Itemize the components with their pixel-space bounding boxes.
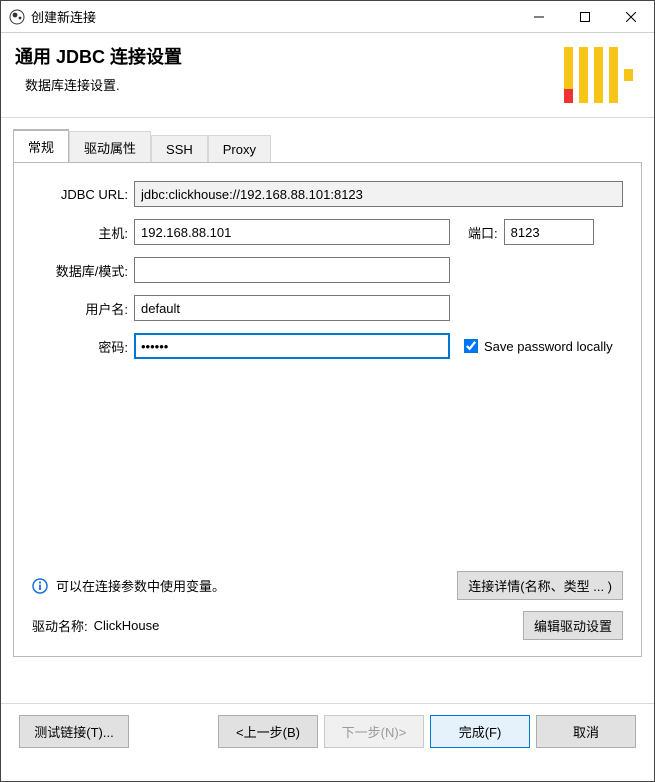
page-title: 通用 JDBC 连接设置 <box>15 43 640 69</box>
window-title: 创建新连接 <box>31 7 516 26</box>
info-text: 可以在连接参数中使用变量。 <box>56 576 457 595</box>
jdbc-url-field[interactable] <box>134 181 623 207</box>
save-password-label: Save password locally <box>484 339 613 354</box>
username-field[interactable] <box>134 295 450 321</box>
next-button: 下一步(N)> <box>324 715 424 748</box>
username-label: 用户名: <box>32 299 134 318</box>
driver-name-label: 驱动名称: <box>32 616 88 635</box>
password-label: 密码: <box>32 337 134 356</box>
minimize-button[interactable] <box>516 1 562 32</box>
database-label: 数据库/模式: <box>32 261 134 280</box>
finish-button[interactable]: 完成(F) <box>430 715 530 748</box>
test-connection-button[interactable]: 测试链接(T)... <box>19 715 129 748</box>
host-label: 主机: <box>32 223 134 242</box>
tab-strip: 常规 驱动属性 SSH Proxy <box>13 128 642 162</box>
cancel-button[interactable]: 取消 <box>536 715 636 748</box>
jdbc-url-label: JDBC URL: <box>32 187 134 202</box>
info-icon <box>32 578 48 594</box>
close-button[interactable] <box>608 1 654 32</box>
edit-driver-button[interactable]: 编辑驱动设置 <box>523 611 623 640</box>
app-icon <box>9 9 25 25</box>
header-banner: 通用 JDBC 连接设置 数据库连接设置. <box>1 33 654 117</box>
tab-panel-general: JDBC URL: 主机: 端口: 数据库/模式: 用户名: 密码: Save … <box>13 162 642 657</box>
connection-details-button[interactable]: 连接详情(名称、类型 ... ) <box>457 571 623 600</box>
tab-proxy[interactable]: Proxy <box>208 135 271 163</box>
tab-driver-props[interactable]: 驱动属性 <box>69 131 151 163</box>
save-password-checkbox[interactable]: Save password locally <box>464 339 613 354</box>
divider <box>1 117 654 118</box>
clickhouse-logo-icon <box>564 47 632 101</box>
back-button[interactable]: <上一步(B) <box>218 715 318 748</box>
host-field[interactable] <box>134 219 450 245</box>
save-password-checkbox-input[interactable] <box>464 339 478 353</box>
tab-general[interactable]: 常规 <box>13 129 69 163</box>
titlebar: 创建新连接 <box>1 1 654 33</box>
database-field[interactable] <box>134 257 450 283</box>
wizard-button-bar: 测试链接(T)... <上一步(B) 下一步(N)> 完成(F) 取消 <box>1 703 654 759</box>
password-field[interactable] <box>134 333 450 359</box>
driver-name-value: ClickHouse <box>94 618 523 633</box>
tab-ssh[interactable]: SSH <box>151 135 208 163</box>
port-field[interactable] <box>504 219 594 245</box>
port-label: 端口: <box>468 223 498 242</box>
page-subtitle: 数据库连接设置. <box>15 75 640 94</box>
maximize-button[interactable] <box>562 1 608 32</box>
